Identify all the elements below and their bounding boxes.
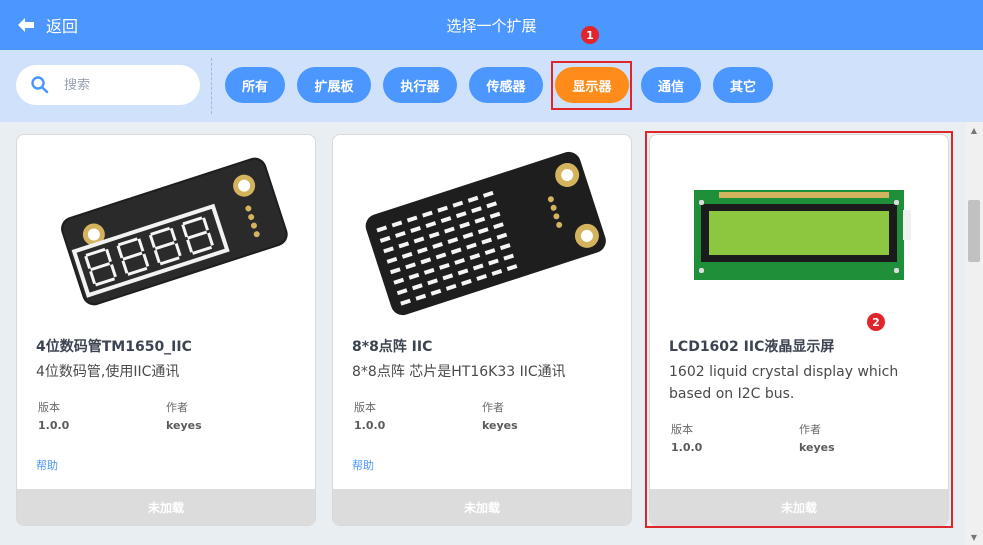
page-title: 选择一个扩展 bbox=[446, 17, 537, 35]
author-label: 作者 bbox=[166, 401, 188, 414]
author-value: keyes bbox=[482, 419, 518, 432]
scroll-down-arrow-icon[interactable]: ▼ bbox=[965, 529, 983, 545]
highlight-box-1 bbox=[551, 61, 632, 110]
vertical-scrollbar[interactable]: ▲ ▼ bbox=[965, 122, 983, 545]
filter-bar: 所有 扩展板 执行器 传感器 显示器 通信 其它 bbox=[0, 50, 983, 122]
author-value: keyes bbox=[166, 419, 202, 432]
search-box[interactable] bbox=[16, 65, 200, 105]
extension-card[interactable]: 8*8点阵 IIC 8*8点阵 芯片是HT16K33 IIC通讯 版本 1.0.… bbox=[332, 134, 632, 526]
help-link[interactable]: 帮助 bbox=[36, 457, 58, 473]
scroll-up-arrow-icon[interactable]: ▲ bbox=[965, 122, 983, 138]
header-bar: 返回 选择一个扩展 bbox=[0, 0, 983, 50]
version-label: 版本 bbox=[38, 401, 60, 414]
card-image-8x8-matrix bbox=[333, 135, 631, 325]
annotation-badge-1: 1 bbox=[581, 26, 599, 44]
search-icon bbox=[31, 76, 49, 94]
search-input[interactable] bbox=[64, 77, 184, 93]
card-title: 8*8点阵 IIC bbox=[352, 339, 433, 355]
filter-communication[interactable]: 通信 bbox=[641, 67, 701, 103]
load-status: 未加载 bbox=[17, 489, 315, 525]
filter-actuators[interactable]: 执行器 bbox=[383, 67, 457, 103]
scroll-thumb[interactable] bbox=[968, 200, 980, 262]
card-description: 4位数码管,使用IIC通讯 bbox=[36, 364, 180, 380]
filter-all[interactable]: 所有 bbox=[225, 67, 285, 103]
card-title: 4位数码管TM1650_IIC bbox=[36, 339, 192, 355]
load-status: 未加载 bbox=[333, 489, 631, 525]
annotation-badge-2: 2 bbox=[867, 313, 885, 331]
help-link[interactable]: 帮助 bbox=[352, 457, 374, 473]
highlight-box-2 bbox=[645, 131, 953, 528]
card-description: 8*8点阵 芯片是HT16K33 IIC通讯 bbox=[352, 364, 566, 380]
filter-boards[interactable]: 扩展板 bbox=[297, 67, 371, 103]
filter-divider bbox=[211, 58, 212, 114]
extension-card[interactable]: 4位数码管TM1650_IIC 4位数码管,使用IIC通讯 版本 1.0.0 作… bbox=[16, 134, 316, 526]
card-image-4digit-display bbox=[17, 135, 315, 325]
version-value: 1.0.0 bbox=[38, 419, 70, 432]
filter-other[interactable]: 其它 bbox=[713, 67, 773, 103]
author-label: 作者 bbox=[482, 401, 504, 414]
version-label: 版本 bbox=[354, 401, 376, 414]
filter-sensors[interactable]: 传感器 bbox=[469, 67, 543, 103]
version-value: 1.0.0 bbox=[354, 419, 386, 432]
